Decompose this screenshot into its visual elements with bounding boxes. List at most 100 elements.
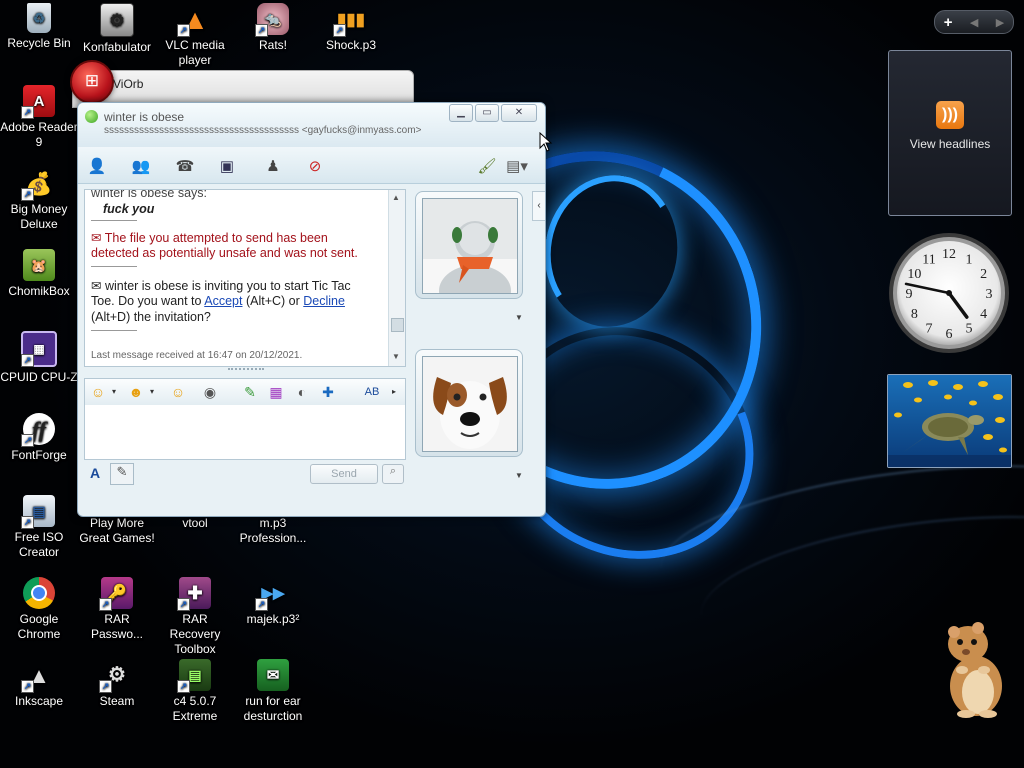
adobe-reader-icon: A ↗ — [21, 85, 55, 119]
minimize-button[interactable]: ▁ — [449, 104, 473, 122]
desktop-icon-rar-recovery[interactable]: ✚ ↗ RAR Recovery Toolbox — [156, 577, 234, 657]
view-headlines-label[interactable]: View headlines — [889, 137, 1011, 151]
rar-recovery-icon: ✚ ↗ — [177, 577, 211, 611]
invite-text: winter is obese is inviting you to start… — [104, 279, 351, 293]
clock-numeral: 8 — [911, 307, 918, 322]
clock-numeral: 7 — [926, 322, 933, 337]
desktop-icon-google-chrome[interactable]: Google Chrome — [0, 577, 78, 642]
add-gadget-button[interactable]: + — [944, 14, 953, 31]
voice-clip-icon[interactable]: ◉ — [201, 383, 219, 401]
desktop-icon-vlc[interactable]: ▲ ↗ VLC media player — [156, 3, 234, 68]
sender-line: winter is obese says: — [91, 189, 208, 200]
video-call-icon[interactable]: ▣ — [216, 155, 238, 177]
desktop-icon-label: Google Chrome — [17, 612, 61, 641]
desktop-icon-adobe-reader[interactable]: A ↗ Adobe Reader 9 — [0, 85, 78, 150]
send-button[interactable]: Send — [310, 464, 378, 484]
desktop-icon-label: Inkscape — [14, 694, 64, 708]
desktop-icon-label: ChomikBox — [8, 284, 70, 298]
my-picture-menu-icon[interactable]: ▼ — [515, 471, 523, 480]
close-button[interactable]: ✕ — [501, 104, 537, 122]
contact-display-picture[interactable] — [415, 191, 523, 299]
desktop-icon-big-money[interactable]: 💰 ↗ Big Money Deluxe — [0, 167, 78, 232]
fontforge-icon: ff ↗ — [21, 413, 55, 447]
message-separator — [91, 220, 137, 221]
slideshow-gadget[interactable] — [887, 374, 1012, 468]
desktop-icon-rar-password[interactable]: 🔑 ↗ RAR Passwo... — [78, 577, 156, 642]
input-bottom-bar: A ✎ Send ⌕ — [84, 461, 404, 487]
call-phone-icon[interactable]: ☎ — [174, 155, 196, 177]
search-icon[interactable]: ⌕ — [382, 464, 404, 484]
rss-icon: ))) — [936, 101, 964, 129]
handwriting-icon[interactable]: ◐ — [293, 383, 311, 401]
desktop-icon-chomikbox[interactable]: 🐹 ChomikBox — [0, 249, 78, 299]
windows-orb-icon[interactable]: ⊞ — [70, 60, 114, 104]
desktop-icon-label: Free ISO Creator — [14, 530, 64, 559]
backgrounds-icon[interactable]: ▦ — [267, 383, 285, 401]
games-activities-icon[interactable]: ♟ — [262, 155, 284, 177]
chrome-icon — [23, 577, 55, 609]
desktop-icon-label: RAR Passwo... — [90, 612, 144, 641]
handwrite-toggle-icon[interactable]: ✎ — [110, 463, 134, 485]
invite-question: Toe. Do you want to — [91, 294, 205, 308]
desktop-icon-label: FontForge — [11, 448, 67, 462]
hamster-desktop-pet[interactable] — [938, 618, 1008, 718]
big-money-icon: 💰 ↗ — [21, 167, 55, 201]
chat-header[interactable]: winter is obese ssssssssssssssssssssssss… — [78, 103, 545, 147]
message-input[interactable] — [84, 405, 406, 460]
show-menu-icon[interactable]: ▤▾ — [502, 155, 532, 177]
rar-password-icon: 🔑 ↗ — [99, 577, 133, 611]
emoticon-dropdown-icon[interactable]: ▾ — [105, 383, 123, 401]
majek-icon: ▶▶ ↗ — [255, 577, 289, 611]
desktop-icon-fontforge[interactable]: ff ↗ FontForge — [0, 413, 78, 463]
desktop-icon-free-iso-creator[interactable]: ▤ ↗ Free ISO Creator — [0, 495, 78, 560]
previous-gadgets-icon[interactable]: ◀ — [970, 16, 978, 29]
next-gadgets-icon[interactable]: ▶ — [996, 16, 1004, 29]
change-theme-icon[interactable]: 🖌 — [476, 155, 498, 177]
winks-icon[interactable]: ✎ — [241, 383, 259, 401]
nudge-icon[interactable]: ☺ — [169, 383, 187, 401]
desktop-icon-label: Play More Great Games! — [79, 516, 155, 545]
resize-grip[interactable] — [228, 368, 264, 374]
invite-contact-icon[interactable]: 👤 — [86, 155, 108, 177]
contact-avatar — [422, 198, 518, 294]
desktop-icon-konfabulator[interactable]: ⚙ Konfabulator — [78, 3, 156, 55]
desktop-icon-run-for-ear[interactable]: ✉ run for ear desturction — [234, 659, 312, 724]
warning-envelope-icon: ✉ — [91, 231, 102, 245]
spell-check-icon[interactable]: AB — [363, 383, 381, 401]
my-display-picture[interactable] — [415, 349, 523, 457]
send-gift-icon[interactable]: ✚ — [319, 383, 337, 401]
contact-name: winter is obese — [104, 110, 185, 124]
more-tools-icon[interactable]: ▸ — [385, 383, 403, 401]
desktop-icon-recycle-bin[interactable]: ♻ Recycle Bin — [0, 3, 78, 51]
rats-icon: 🐀 ↗ — [255, 3, 289, 37]
font-button[interactable]: A — [86, 465, 104, 483]
block-contact-icon[interactable]: ⊘ — [304, 155, 326, 177]
steam-icon: ⚙ ↗ — [99, 659, 133, 693]
decline-link[interactable]: Decline — [303, 294, 345, 308]
desktop-icon-steam[interactable]: ⚙ ↗ Steam — [78, 659, 156, 709]
scroll-down-icon[interactable]: ▼ — [392, 352, 400, 361]
desktop-icon-shock[interactable]: ▮▮▮ ↗ Shock.p3 — [312, 3, 390, 53]
accept-link[interactable]: Accept — [204, 294, 242, 308]
clock-numeral: 3 — [986, 287, 993, 302]
scroll-up-icon[interactable]: ▲ — [392, 193, 400, 202]
collapse-panel-button[interactable]: ‹ — [532, 191, 545, 221]
contact-picture-menu-icon[interactable]: ▼ — [515, 313, 523, 322]
desktop-icon-label: Big Money Deluxe — [10, 202, 68, 231]
conversation-history[interactable]: winter is obese says: fuck you ✉ The fil… — [84, 189, 406, 367]
scrollbar-thumb[interactable] — [391, 318, 404, 332]
maximize-button[interactable]: ▭ — [475, 104, 499, 122]
clock-numeral: 6 — [946, 327, 953, 342]
desktop-icon-inkscape[interactable]: ▲ ↗ Inkscape — [0, 659, 78, 709]
wink-dropdown-icon[interactable]: ▾ — [143, 383, 161, 401]
desktop-icon-c4-extreme[interactable]: ▤ ↗ c4 5.0.7 Extreme — [156, 659, 234, 724]
vlc-icon: ▲ ↗ — [177, 3, 211, 37]
feed-headlines-gadget[interactable]: ))) View headlines — [888, 50, 1012, 216]
desktop-icon-rats[interactable]: 🐀 ↗ Rats! — [234, 3, 312, 53]
desktop-icon-cpuz[interactable]: ▦ ↗ CPUID CPU-Z — [0, 331, 78, 385]
clock-numeral: 10 — [907, 267, 921, 282]
message-separator — [91, 266, 137, 267]
conversation-scrollbar[interactable]: ▲ ▼ — [388, 190, 405, 366]
desktop-icon-majek[interactable]: ▶▶ ↗ majek.p3² — [234, 577, 312, 627]
share-files-icon[interactable]: 👥 — [130, 155, 152, 177]
